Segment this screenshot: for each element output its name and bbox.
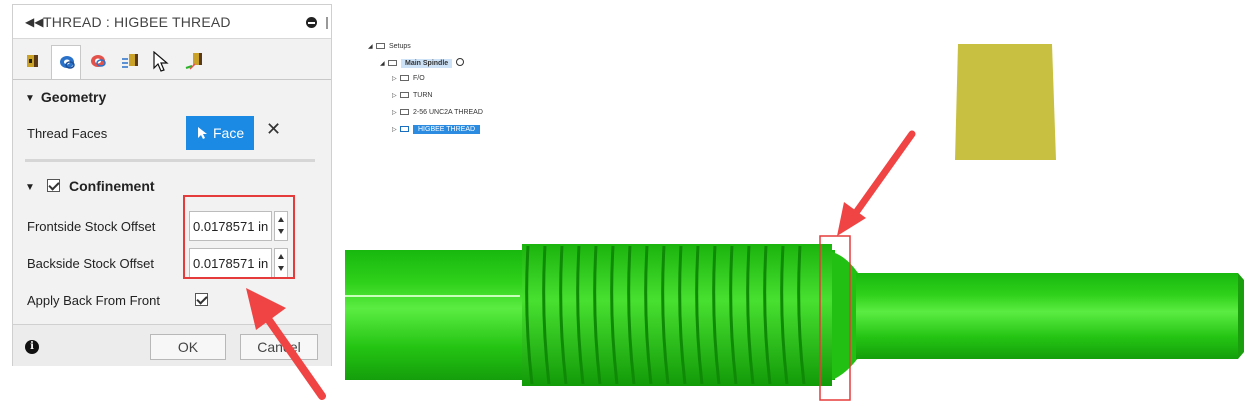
stock-block xyxy=(955,44,1056,160)
shaft-small-diameter xyxy=(856,273,1238,359)
shaft-chamfer xyxy=(832,252,858,380)
thread-region xyxy=(522,244,832,386)
annotation-arrow-model xyxy=(837,130,916,236)
shaft-end-chamfer xyxy=(1238,273,1244,359)
annotation-arrow-dialog xyxy=(246,288,326,400)
viewport-scene xyxy=(246,44,1244,401)
